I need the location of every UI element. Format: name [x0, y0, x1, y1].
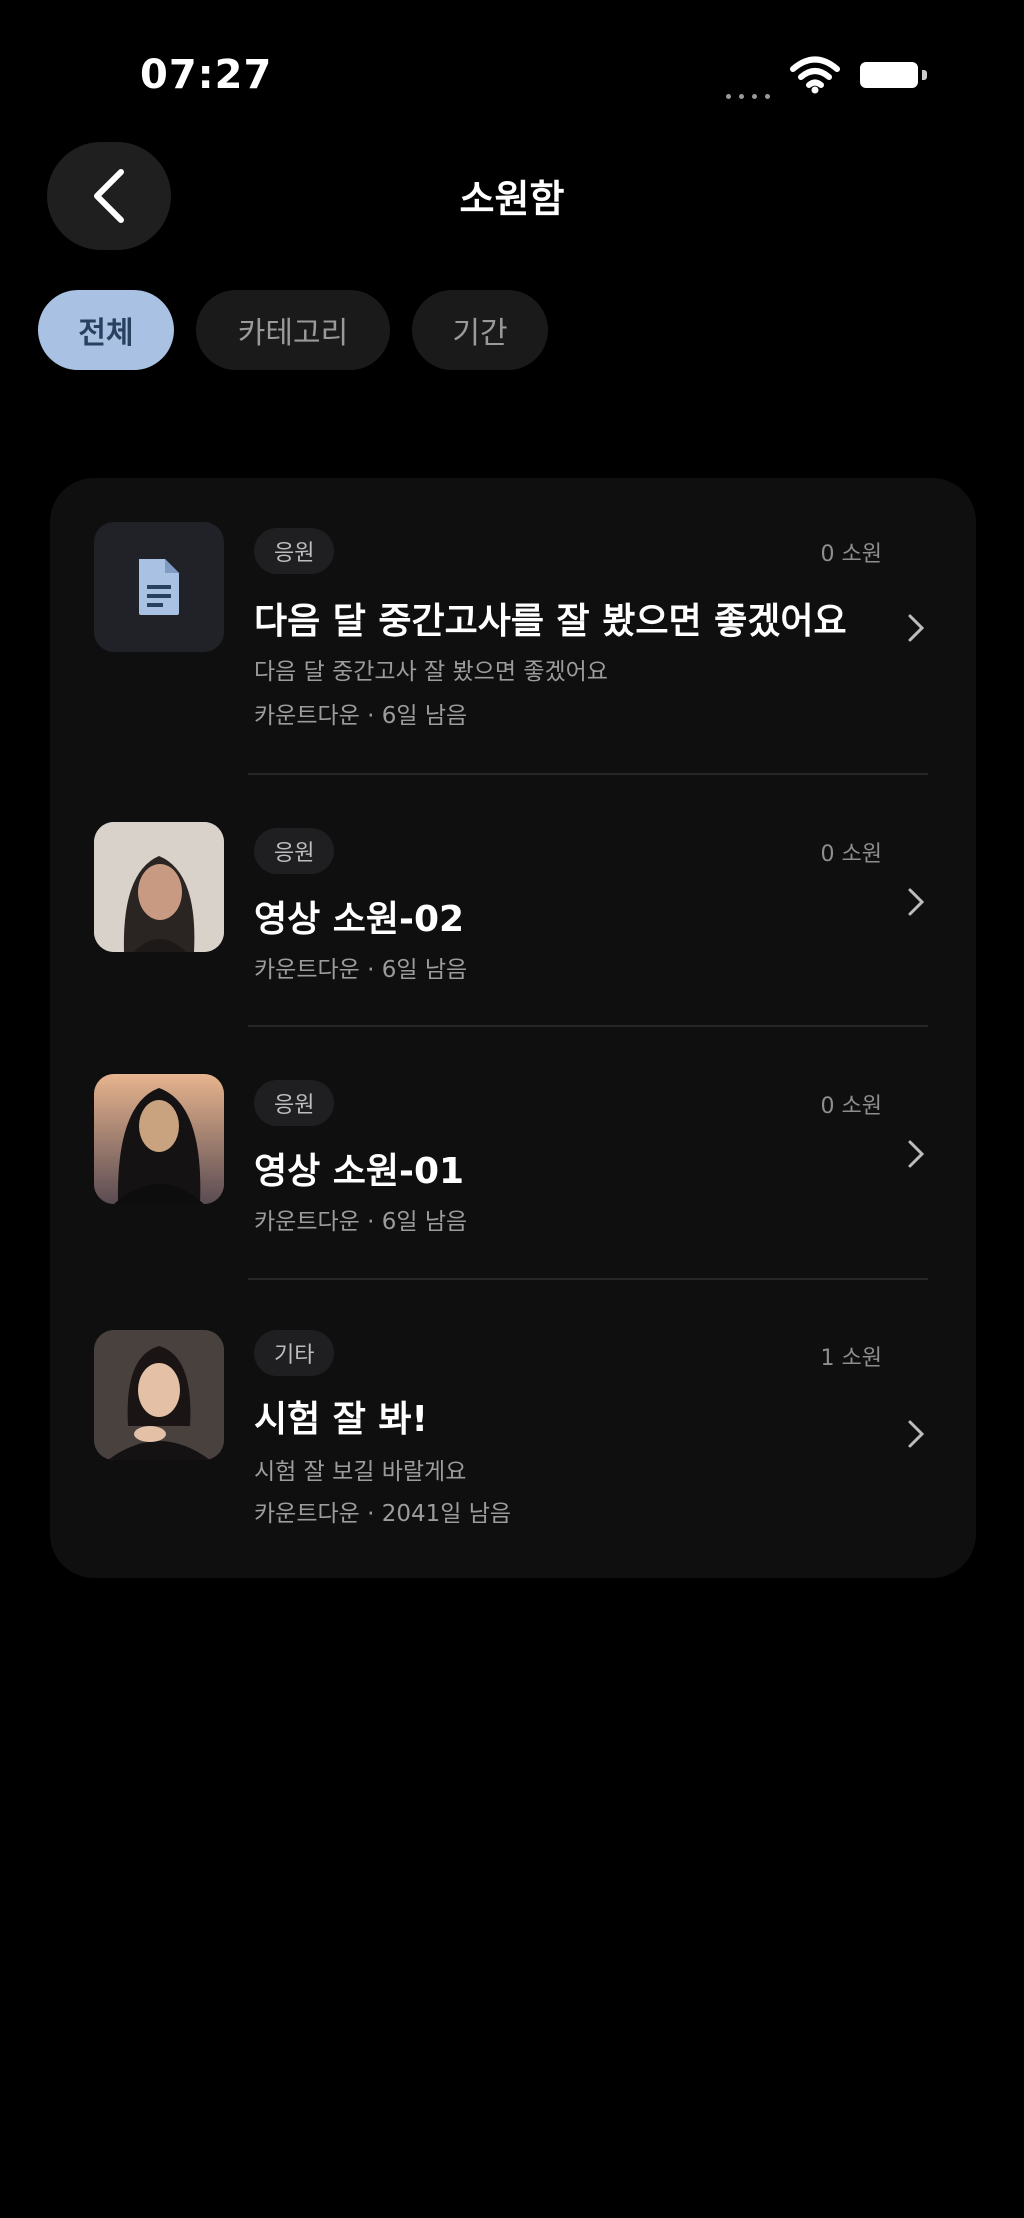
chevron-right-icon	[908, 888, 925, 916]
wish-list-card: 응원 0 소원 다음 달 중간고사를 잘 봤으면 좋겠어요 다음 달 중간고사 …	[50, 478, 976, 1578]
item-description: 시험 잘 보길 바랄게요	[254, 1459, 467, 1485]
wish-count: 0 소원	[820, 1094, 882, 1119]
wish-count: 0 소원	[820, 542, 882, 567]
category-tag: 응원	[254, 828, 335, 874]
status-bar: 07:27	[0, 0, 1024, 130]
list-item[interactable]: 응원 0 소원 영상 소원-02 카운트다운 · 6일 남음	[50, 822, 976, 1012]
status-time: 07:27	[140, 52, 273, 98]
divider	[248, 1025, 928, 1027]
battery-icon	[860, 62, 928, 88]
document-icon	[139, 559, 179, 615]
filter-chip-all[interactable]: 전체	[38, 290, 174, 370]
filter-chip-label: 카테고리	[237, 316, 349, 351]
item-meta: 카운트다운 · 6일 남음	[254, 703, 468, 729]
wish-count: 1 소원	[820, 1346, 882, 1371]
category-tag: 응원	[254, 1080, 335, 1126]
item-meta: 카운트다운 · 6일 남음	[254, 1209, 468, 1235]
list-item[interactable]: 응원 0 소원 영상 소원-01 카운트다운 · 6일 남음	[50, 1074, 976, 1264]
wish-count: 0 소원	[820, 842, 882, 867]
avatar	[94, 822, 224, 952]
filter-chip-label: 기간	[452, 316, 508, 351]
thumbnail	[94, 522, 224, 652]
category-tag: 기타	[254, 1330, 335, 1376]
item-meta: 카운트다운 · 6일 남음	[254, 957, 468, 983]
list-item[interactable]: 기타 1 소원 시험 잘 봐! 시험 잘 보길 바랄게요 카운트다운 · 204…	[50, 1330, 976, 1550]
wish-box-screen: 07:27 소원함 전체 카테고리 기간 응원 0 소원 다음 달 중간고사를 …	[0, 0, 1024, 2218]
item-title: 영상 소원-01	[254, 1151, 465, 1192]
category-tag: 응원	[254, 528, 335, 574]
list-item[interactable]: 응원 0 소원 다음 달 중간고사를 잘 봤으면 좋겠어요 다음 달 중간고사 …	[50, 522, 976, 762]
filter-chip-label: 전체	[78, 316, 134, 351]
page-title: 소원함	[459, 177, 565, 221]
item-title: 시험 잘 봐!	[254, 1399, 428, 1440]
cellular-signal-icon	[726, 84, 786, 99]
item-title: 다음 달 중간고사를 잘 봤으면 좋겠어요	[254, 601, 847, 642]
item-meta: 카운트다운 · 2041일 남음	[254, 1501, 512, 1527]
chevron-right-icon	[908, 614, 925, 642]
divider	[248, 1278, 928, 1280]
filter-chip-category[interactable]: 카테고리	[196, 290, 390, 370]
avatar	[94, 1330, 224, 1460]
chevron-right-icon	[908, 1140, 925, 1168]
wifi-icon	[790, 56, 840, 94]
item-title: 영상 소원-02	[254, 899, 465, 940]
filter-chip-period[interactable]: 기간	[412, 290, 548, 370]
chevron-right-icon	[908, 1420, 925, 1448]
divider	[248, 773, 928, 775]
item-description: 다음 달 중간고사 잘 봤으면 좋겠어요	[254, 659, 608, 685]
avatar	[94, 1074, 224, 1204]
